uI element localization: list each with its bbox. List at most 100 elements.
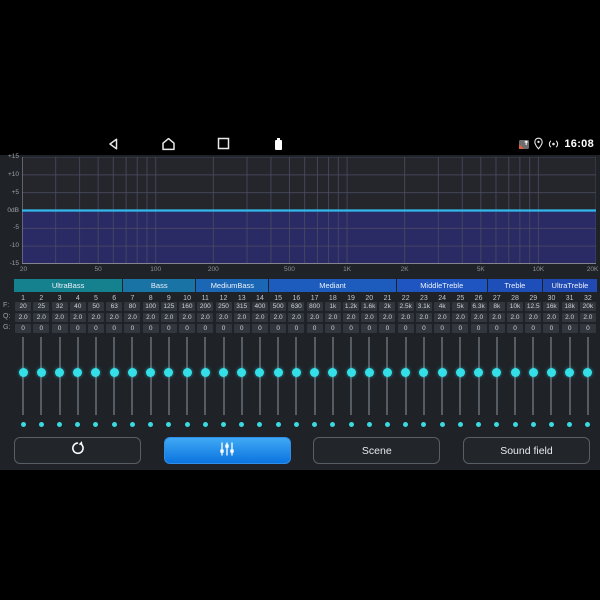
slider-knob[interactable]	[510, 367, 520, 377]
band-slider[interactable]	[87, 337, 105, 415]
slider-knob[interactable]	[219, 367, 229, 377]
band-frequency-value: 160	[179, 301, 196, 311]
db-tick-label: 0dB	[7, 206, 19, 214]
band-gain-cell: 0	[14, 323, 32, 333]
band-slider[interactable]	[542, 337, 560, 415]
band-slider[interactable]	[378, 337, 396, 415]
slider-knob[interactable]	[36, 367, 46, 377]
band-slider[interactable]	[69, 337, 87, 415]
band-slider[interactable]	[123, 337, 141, 415]
home-icon[interactable]	[159, 135, 177, 152]
band-slider[interactable]	[233, 337, 251, 415]
band-frequency-cell: 20	[14, 301, 32, 311]
band-dot-cell	[342, 420, 360, 429]
recents-icon[interactable]	[214, 135, 232, 152]
band-frequency-value: 50	[87, 301, 104, 311]
band-frequency-value: 40	[69, 301, 86, 311]
equalizer-button[interactable]	[163, 437, 291, 464]
band-slider[interactable]	[178, 337, 196, 415]
slider-knob[interactable]	[419, 367, 429, 377]
slider-knob[interactable]	[237, 367, 247, 377]
band-slider[interactable]	[324, 337, 342, 415]
band-slider[interactable]	[269, 337, 287, 415]
slider-knob[interactable]	[127, 367, 137, 377]
band-slider[interactable]	[50, 337, 68, 415]
slider-knob[interactable]	[164, 367, 174, 377]
band-gain-value: 0	[288, 323, 305, 333]
band-slider[interactable]	[214, 337, 232, 415]
frequency-tick-label: 20	[19, 266, 28, 273]
band-slider[interactable]	[160, 337, 178, 415]
slider-knob[interactable]	[583, 367, 593, 377]
slider-knob[interactable]	[18, 367, 28, 377]
slider-knob[interactable]	[273, 367, 283, 377]
slider-knob[interactable]	[255, 367, 265, 377]
slider-knob[interactable]	[474, 367, 484, 377]
slider-knob[interactable]	[546, 367, 556, 377]
slider-knob[interactable]	[492, 367, 502, 377]
band-slider[interactable]	[488, 337, 506, 415]
band-slider[interactable]	[142, 337, 160, 415]
band-frequency-cell: 8k	[488, 301, 506, 311]
scene-button[interactable]: Scene	[313, 437, 441, 464]
band-slider[interactable]	[433, 337, 451, 415]
band-slider[interactable]	[251, 337, 269, 415]
band-frequency-value: 3.1k	[415, 301, 432, 311]
slider-knob[interactable]	[401, 367, 411, 377]
band-slider[interactable]	[469, 337, 487, 415]
band-frequency-cell: 1.2k	[342, 301, 360, 311]
band-slider[interactable]	[451, 337, 469, 415]
slider-knob[interactable]	[382, 367, 392, 377]
band-slider[interactable]	[579, 337, 597, 415]
slider-knob[interactable]	[291, 367, 301, 377]
band-q-cell: 2.0	[415, 312, 433, 322]
band-gain-cell: 0	[87, 323, 105, 333]
band-slider[interactable]	[105, 337, 123, 415]
band-slider[interactable]	[506, 337, 524, 415]
band-q-cell: 2.0	[178, 312, 196, 322]
slider-knob[interactable]	[364, 367, 374, 377]
band-slider[interactable]	[306, 337, 324, 415]
band-slider[interactable]	[360, 337, 378, 415]
slider-knob[interactable]	[455, 367, 465, 377]
band-slider[interactable]	[397, 337, 415, 415]
back-icon[interactable]	[104, 135, 122, 152]
band-gain-cell: 0	[233, 323, 251, 333]
slider-knob[interactable]	[109, 367, 119, 377]
slider-knob[interactable]	[200, 367, 210, 377]
slider-knob[interactable]	[528, 367, 538, 377]
band-slider[interactable]	[561, 337, 579, 415]
band-group-mediumbass: MediumBass	[196, 279, 269, 292]
band-dot-cell	[324, 420, 342, 429]
reset-button[interactable]	[14, 437, 141, 464]
band-slider[interactable]	[287, 337, 305, 415]
band-dot-row	[14, 420, 597, 429]
band-gain-value: 0	[561, 323, 578, 333]
slider-knob[interactable]	[182, 367, 192, 377]
slider-knob[interactable]	[146, 367, 156, 377]
band-frequency-value: 1.6k	[361, 301, 378, 311]
slider-knob[interactable]	[73, 367, 83, 377]
slider-knob[interactable]	[310, 367, 320, 377]
slider-knob[interactable]	[55, 367, 65, 377]
band-slider[interactable]	[342, 337, 360, 415]
sound-field-button[interactable]: Sound field	[462, 437, 590, 464]
band-slider[interactable]	[196, 337, 214, 415]
slider-knob[interactable]	[328, 367, 338, 377]
band-gain-cell: 0	[342, 323, 360, 333]
frequency-tick-label: 2K	[400, 266, 409, 273]
band-dot	[530, 422, 536, 427]
band-slider[interactable]	[14, 337, 32, 415]
slider-knob[interactable]	[346, 367, 356, 377]
band-slider[interactable]	[32, 337, 50, 415]
band-slider[interactable]	[524, 337, 542, 415]
band-slider[interactable]	[415, 337, 433, 415]
location-icon	[532, 137, 545, 150]
slider-knob[interactable]	[565, 367, 575, 377]
band-frequency-value: 200	[197, 301, 214, 311]
slider-knob[interactable]	[91, 367, 101, 377]
band-q-cell: 2.0	[524, 312, 542, 322]
band-dot-cell	[469, 420, 487, 429]
slider-knob[interactable]	[437, 367, 447, 377]
band-q-value: 2.0	[179, 312, 196, 322]
